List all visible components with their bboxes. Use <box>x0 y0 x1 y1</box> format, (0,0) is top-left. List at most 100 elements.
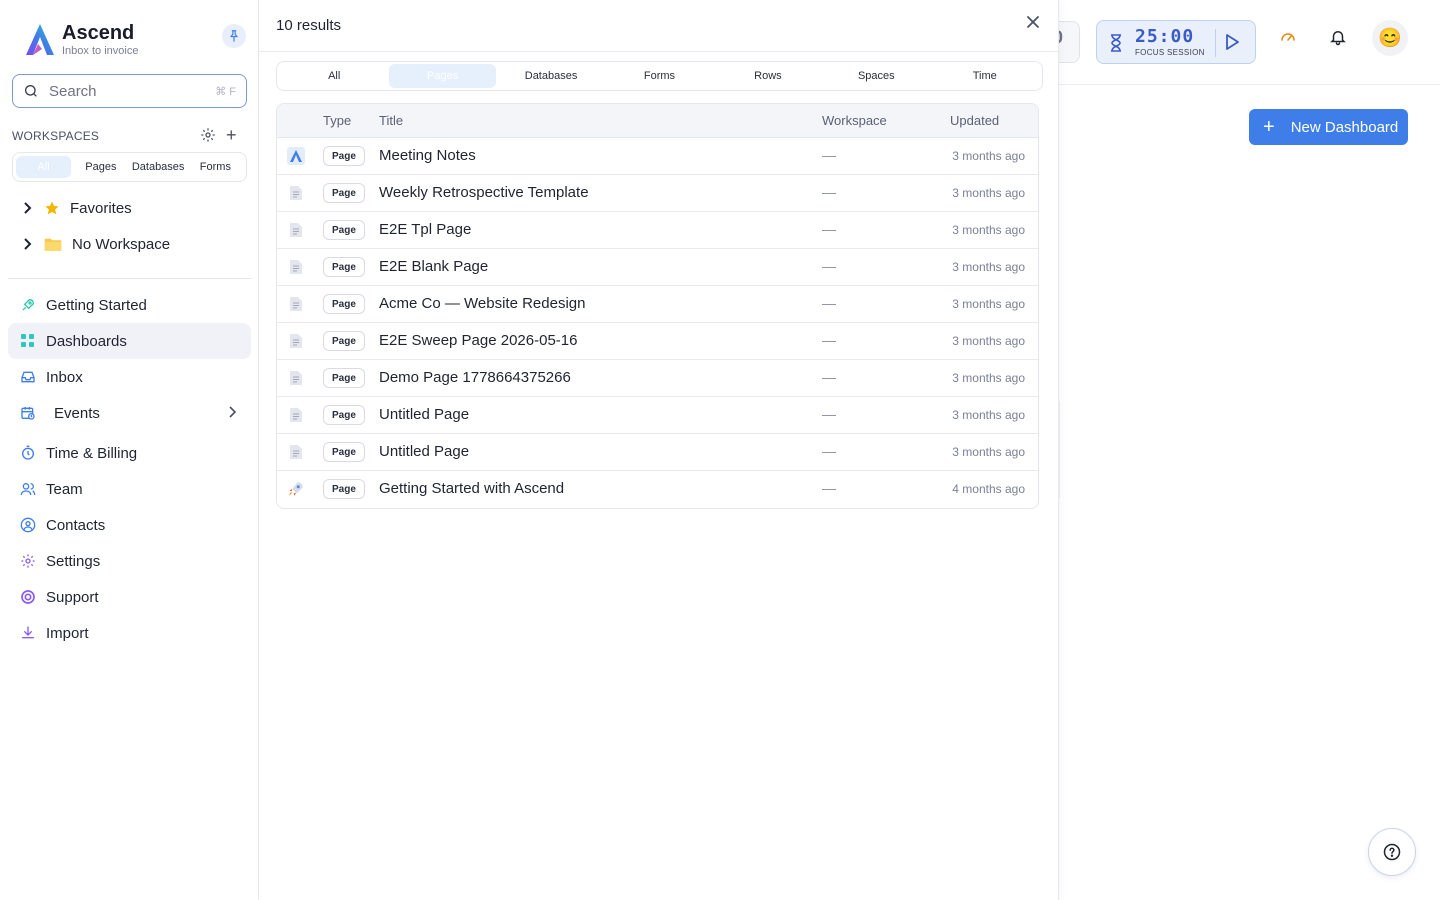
filter-tab-spaces[interactable]: Spaces <box>823 64 929 88</box>
new-dashboard-button[interactable]: + New Dashboard <box>1249 109 1408 145</box>
filter-tab-rows[interactable]: Rows <box>715 64 821 88</box>
row-workspace: — <box>822 369 836 385</box>
results-count: 10 results <box>276 17 342 34</box>
search-input[interactable]: Search ⌘ F <box>12 74 247 108</box>
ws-tab-pages[interactable]: Pages <box>73 156 128 178</box>
table-body: Page Meeting Notes — 3 months ago Page Weekly… <box>277 138 1038 508</box>
column-header-workspace[interactable]: Workspace <box>822 113 887 128</box>
row-title: Demo Page 1778664375266 <box>379 369 571 386</box>
table-row[interactable]: Page Weekly Retrospective Template — 3 mont… <box>277 175 1038 212</box>
row-updated: 3 months ago <box>952 260 1025 274</box>
avatar[interactable]: 😊 <box>1372 20 1408 56</box>
type-badge: Page <box>323 405 365 425</box>
nav-label: Inbox <box>46 368 83 386</box>
search-shortcut: ⌘ F <box>215 85 236 98</box>
filter-tab-databases[interactable]: Databases <box>498 64 604 88</box>
table-row[interactable]: Page Untitled Page — 3 months ago <box>277 397 1038 434</box>
rocket-emoji-icon <box>287 480 305 498</box>
table-row[interactable]: Page Demo Page 1778664375266 — 3 months ago <box>277 360 1038 397</box>
help-button[interactable] <box>1368 828 1416 876</box>
nav-contacts[interactable]: Contacts <box>8 507 251 543</box>
row-updated: 3 months ago <box>952 149 1025 163</box>
brand[interactable]: Ascend Inbox to invoice <box>24 22 138 58</box>
table-row[interactable]: Page E2E Blank Page — 3 months ago <box>277 249 1038 286</box>
nav-import[interactable]: Import <box>8 615 251 651</box>
ws-tab-all[interactable]: All <box>16 156 72 178</box>
contact-icon <box>20 517 36 533</box>
row-title: Weekly Retrospective Template <box>379 184 589 201</box>
tree-item-no-workspace[interactable]: No Workspace <box>20 232 170 256</box>
close-button[interactable] <box>1026 14 1040 32</box>
nav-label: Time & Billing <box>46 444 138 462</box>
filter-tab-time[interactable]: Time <box>932 64 1038 88</box>
nav-settings[interactable]: Settings <box>8 543 251 579</box>
chevron-right-icon[interactable] <box>227 405 237 423</box>
filter-tab-all[interactable]: All <box>281 64 387 88</box>
row-updated: 4 months ago <box>952 482 1025 496</box>
play-icon[interactable] <box>1223 33 1241 51</box>
ws-tab-forms[interactable]: Forms <box>188 156 243 178</box>
tree-item-favorites[interactable]: Favorites <box>20 196 132 220</box>
results-table: Type Title Workspace Updated Page Meeting… <box>276 103 1039 509</box>
table-row[interactable]: Page E2E Tpl Page — 3 months ago <box>277 212 1038 249</box>
table-row[interactable]: Page Meeting Notes — 3 months ago <box>277 138 1038 175</box>
rocket-icon <box>20 297 36 313</box>
ws-tab-databases[interactable]: Databases <box>131 156 186 178</box>
nav-events[interactable]: Events <box>8 395 251 431</box>
nav-dashboards[interactable]: Dashboards <box>8 323 251 359</box>
pin-icon <box>229 30 239 42</box>
table-row[interactable]: Page Getting Started with Ascend — 4 months… <box>277 471 1038 508</box>
type-badge: Page <box>323 257 365 277</box>
panel-header: 10 results <box>260 0 1059 52</box>
table-row[interactable]: Page Acme Co — Website Redesign — 3 months … <box>277 286 1038 323</box>
row-workspace: — <box>822 443 836 459</box>
nav-team[interactable]: Team <box>8 471 251 507</box>
document-icon <box>287 332 305 350</box>
focus-session-widget[interactable]: 25:00 FOCUS SESSION <box>1096 20 1256 64</box>
row-workspace: — <box>822 406 836 422</box>
chevron-right-icon <box>20 202 34 214</box>
row-updated: 3 months ago <box>952 297 1025 311</box>
calendar-clock-icon <box>20 405 36 421</box>
document-icon <box>287 443 305 461</box>
type-badge: Page <box>323 220 365 240</box>
search-placeholder: Search <box>49 82 97 100</box>
row-workspace: — <box>822 147 836 163</box>
column-header-type[interactable]: Type <box>323 113 351 128</box>
tree-item-label: Favorites <box>70 199 132 217</box>
row-workspace: — <box>822 332 836 348</box>
nav-support[interactable]: Support <box>8 579 251 615</box>
stopwatch-icon <box>20 445 36 461</box>
row-updated: 3 months ago <box>952 186 1025 200</box>
column-header-updated[interactable]: Updated <box>950 113 999 128</box>
focus-time: 25:00 <box>1135 26 1195 47</box>
workspace-settings-icon[interactable] <box>200 127 216 143</box>
table-row[interactable]: Page E2E Sweep Page 2026-05-16 — 3 months a… <box>277 323 1038 360</box>
row-workspace: — <box>822 184 836 200</box>
nav-label: Support <box>46 588 99 606</box>
type-badge: Page <box>323 183 365 203</box>
column-header-title[interactable]: Title <box>379 113 403 128</box>
filter-tab-forms[interactable]: Forms <box>606 64 712 88</box>
download-icon <box>20 625 36 641</box>
row-updated: 3 months ago <box>952 408 1025 422</box>
nav-getting-started[interactable]: Getting Started <box>8 287 251 323</box>
nav-label: Team <box>46 480 83 498</box>
filter-tab-pages[interactable]: Pages <box>389 64 496 88</box>
add-workspace-button[interactable]: + <box>226 126 237 144</box>
nav-label: Contacts <box>46 516 106 534</box>
document-icon <box>287 258 305 276</box>
speedometer-icon[interactable] <box>1279 28 1297 46</box>
focus-label: FOCUS SESSION <box>1135 48 1205 57</box>
row-updated: 3 months ago <box>952 371 1025 385</box>
table-row[interactable]: Page Untitled Page — 3 months ago <box>277 434 1038 471</box>
pin-sidebar-button[interactable] <box>222 24 246 48</box>
chevron-right-icon <box>20 238 34 250</box>
document-icon <box>287 221 305 239</box>
nav-time-billing[interactable]: Time & Billing <box>8 435 251 471</box>
tree-item-label: No Workspace <box>72 235 171 253</box>
bell-icon[interactable] <box>1329 28 1347 46</box>
table-header: Type Title Workspace Updated <box>277 104 1038 138</box>
row-title: Meeting Notes <box>379 147 476 164</box>
nav-inbox[interactable]: Inbox <box>8 359 251 395</box>
